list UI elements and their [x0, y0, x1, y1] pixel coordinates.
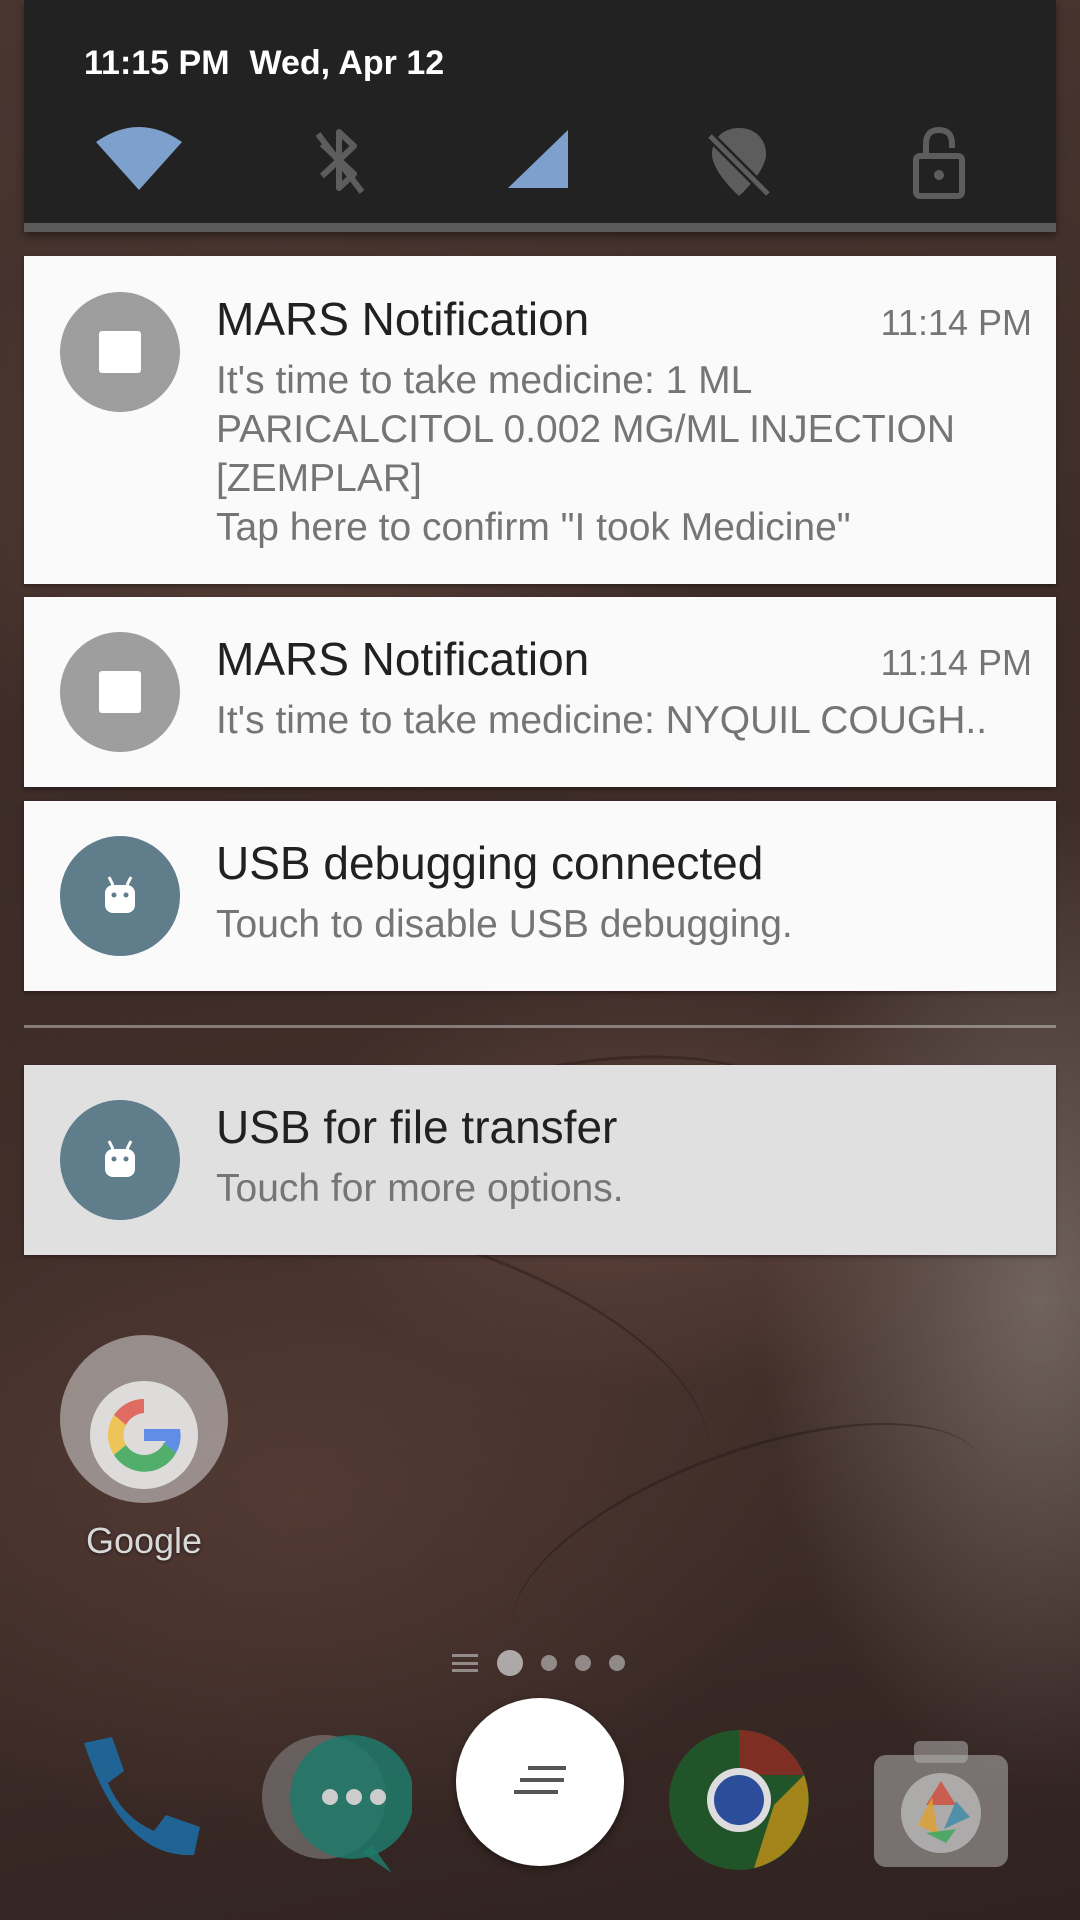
google-folder-label: Google	[85, 1520, 203, 1561]
cellular-signal-icon[interactable]	[494, 118, 584, 208]
stop-icon	[60, 632, 180, 752]
notification-text: Touch to disable USB debugging.	[216, 903, 793, 946]
wifi-icon[interactable]	[94, 118, 184, 208]
chrome-icon[interactable]	[664, 1725, 814, 1875]
screen-lock-icon[interactable]	[894, 118, 984, 208]
notification-title: MARS Notification	[216, 293, 590, 345]
google-icon	[90, 1381, 198, 1489]
quick-settings-panel: 11:15 PM Wed, Apr 12	[24, 0, 1056, 232]
notification-time: 11:14 PM	[880, 642, 1032, 683]
notification-text: Touch for more options.	[216, 1167, 624, 1210]
notification-subtext: Tap here to confirm "I took Medicine"	[216, 506, 851, 549]
notification-usb-debugging[interactable]: USB debugging connected Touch to disable…	[24, 801, 1056, 991]
notification-title: USB for file transfer	[216, 1101, 618, 1153]
android-icon	[60, 836, 180, 956]
stop-icon	[60, 292, 180, 412]
notification-mars-1[interactable]: MARS Notification 11:14 PM It's time to …	[24, 256, 1056, 584]
notification-time: 11:14 PM	[880, 302, 1032, 343]
app-drawer-icon	[514, 1766, 566, 1794]
notification-title: USB debugging connected	[216, 837, 764, 889]
page-dot	[609, 1655, 625, 1671]
camera-icon[interactable]	[866, 1725, 1016, 1875]
app-drawer-button[interactable]	[456, 1698, 624, 1866]
clock: 11:15 PM	[84, 44, 230, 82]
date: Wed, Apr 12	[249, 44, 445, 82]
notification-mars-2[interactable]: MARS Notification 11:14 PM It's time to …	[24, 597, 1056, 787]
notification-usb-file-transfer[interactable]: USB for file transfer Touch for more opt…	[24, 1065, 1056, 1255]
bluetooth-off-icon[interactable]	[294, 118, 384, 208]
notification-text: It's time to take medicine: NYQUIL COUGH…	[216, 699, 988, 742]
phone-icon[interactable]	[62, 1725, 212, 1875]
notification-divider	[24, 1025, 1056, 1028]
location-off-icon[interactable]	[694, 118, 784, 208]
notification-text: It's time to take medicine: 1 ML PARICAL…	[216, 359, 956, 500]
google-folder[interactable]	[60, 1335, 228, 1503]
page-indicator	[452, 1650, 634, 1676]
page-dot	[497, 1650, 523, 1676]
page-dot	[575, 1655, 591, 1671]
all-apps-lines-icon	[452, 1654, 478, 1672]
status-datetime: 11:15 PM Wed, Apr 12	[84, 44, 464, 83]
android-icon	[60, 1100, 180, 1220]
messenger-icon[interactable]	[262, 1725, 414, 1875]
notification-title: MARS Notification	[216, 633, 590, 685]
page-dot	[541, 1655, 557, 1671]
